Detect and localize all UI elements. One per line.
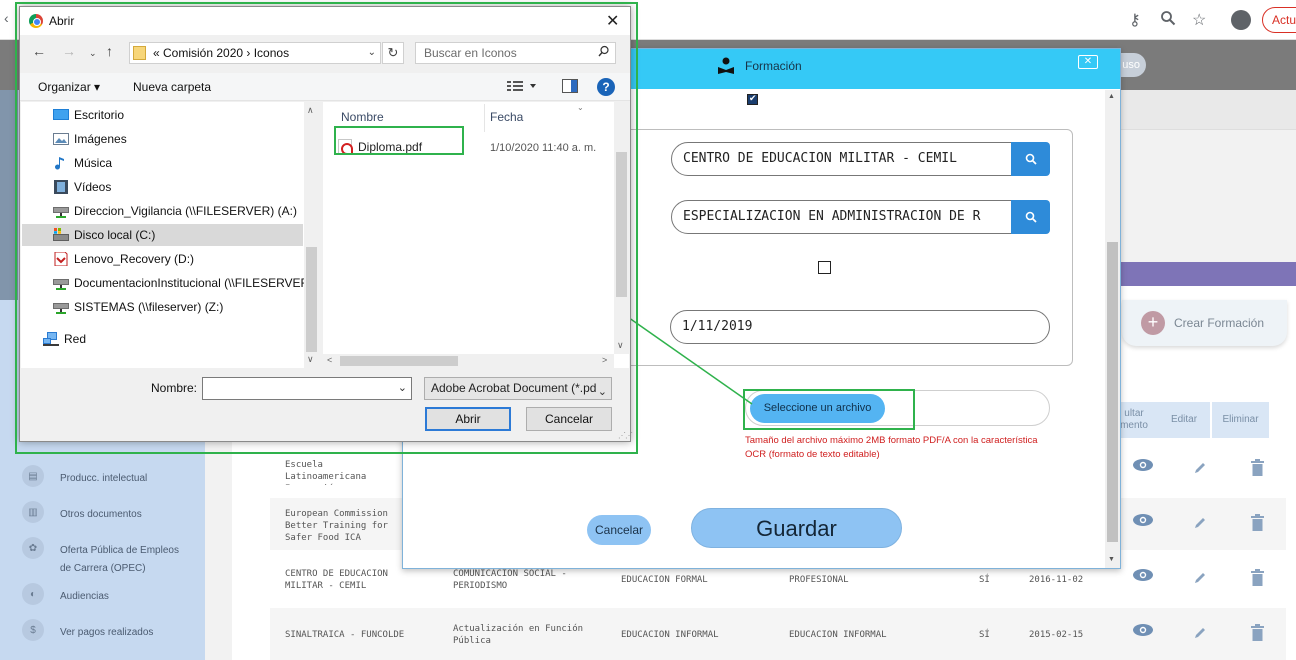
annotation-highlight-file	[334, 126, 464, 155]
annotation-highlight-dialog	[15, 2, 638, 454]
